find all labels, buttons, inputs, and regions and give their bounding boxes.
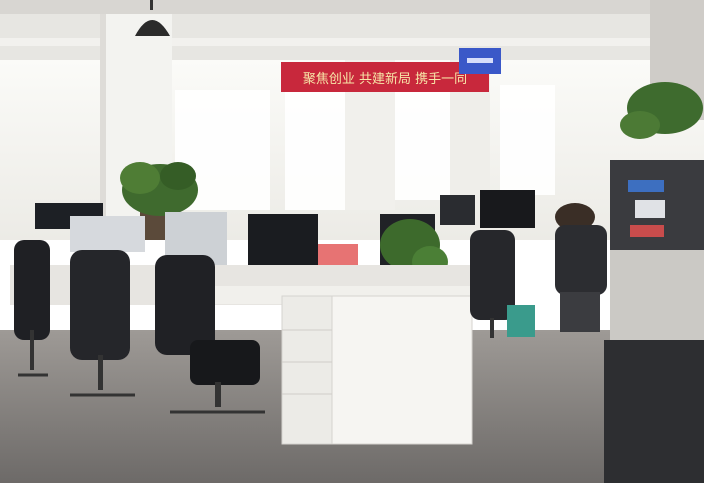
banner-text: 聚焦创业 共建新局 携手一同 (303, 71, 467, 87)
monitor (440, 195, 475, 225)
monitor (248, 214, 318, 266)
monitor (480, 190, 535, 228)
water-dispenser (604, 160, 704, 483)
trash-bin (507, 305, 535, 337)
banner: 聚焦创业 共建新局 携手一同 (281, 62, 489, 92)
drawer-cabinet (281, 295, 473, 445)
monitor (70, 216, 145, 252)
office-photo: 聚焦创业 共建新局 携手一同 (0, 0, 704, 483)
office-scene: 聚焦创业 共建新局 携手一同 (0, 0, 704, 483)
